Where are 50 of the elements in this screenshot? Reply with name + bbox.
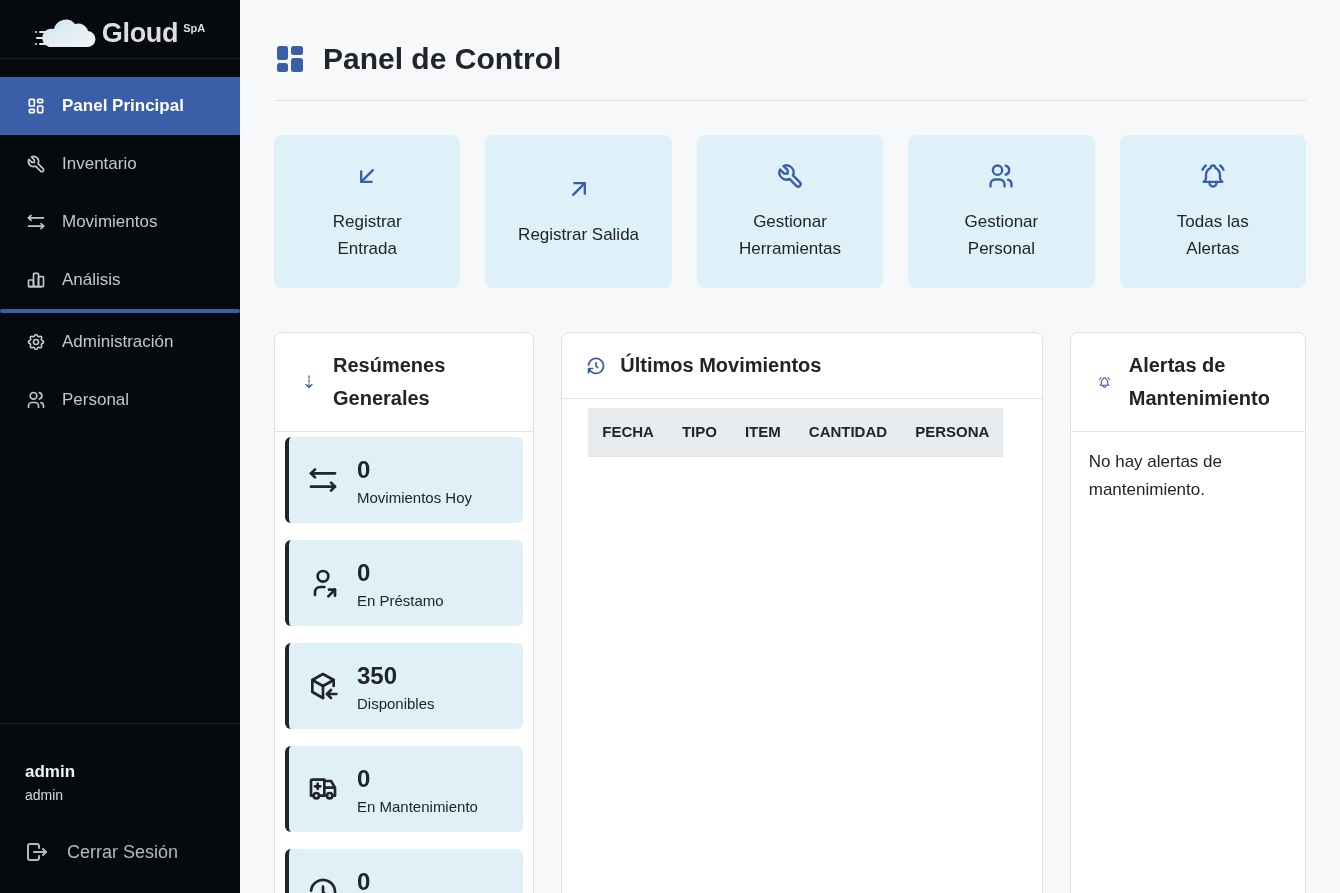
- arrows-left-right-icon: [26, 212, 46, 232]
- stat-value: 0: [357, 456, 372, 484]
- stat-label: En Préstamo: [357, 591, 444, 611]
- quick-action-button[interactable]: Registrar Entrada: [274, 135, 461, 288]
- nav-item[interactable]: Personal: [0, 371, 240, 429]
- bell-ringing-icon: [1198, 161, 1227, 190]
- column-header: ITEM: [730, 408, 795, 456]
- stat-label: En Mantenimiento: [357, 797, 478, 817]
- page-title: Panel de Control: [323, 41, 562, 76]
- nav-item[interactable]: Inventario: [0, 135, 240, 193]
- logout-button[interactable]: Cerrar Sesión: [25, 832, 179, 872]
- users-icon: [26, 390, 46, 410]
- column-header: PERSONA: [901, 408, 1004, 456]
- quick-action-button[interactable]: Gestionar Personal: [908, 135, 1095, 288]
- stat-label: Disponibles: [357, 694, 435, 714]
- quick-action-button[interactable]: Gestionar Herramientas: [696, 135, 884, 288]
- user-role: admin: [25, 786, 65, 805]
- nav-item[interactable]: Movimientos: [0, 193, 240, 251]
- stat-value: 350: [357, 662, 399, 690]
- logo-text: Gloud: [101, 17, 179, 49]
- history-icon: [586, 355, 607, 376]
- stat-value: 0: [357, 868, 371, 893]
- settings-icon: [26, 332, 46, 352]
- bell-ringing-icon: [1098, 375, 1112, 389]
- dashboard-icon: [26, 96, 46, 116]
- wrench-icon: [776, 161, 804, 190]
- stat-value: 0: [357, 559, 372, 587]
- stat-value: 0: [357, 765, 372, 793]
- nav-item[interactable]: Panel Principal: [0, 77, 240, 135]
- card-title: Alertas de Mantenimiento: [1128, 353, 1271, 411]
- logo-suffix: SpA: [183, 22, 206, 34]
- stat-label: Movimientos Hoy: [357, 488, 473, 508]
- dashboard-icon: [277, 45, 303, 72]
- empty-message: No hay alertas de mantenimiento.: [1087, 451, 1223, 501]
- column-header: FECHA: [588, 408, 668, 456]
- column-header: CANTIDAD: [794, 408, 902, 456]
- user-name: admin: [25, 761, 77, 783]
- logout-icon: [25, 840, 49, 864]
- wrench-icon: [26, 154, 46, 174]
- nav-item[interactable]: Análisis: [0, 251, 240, 309]
- quick-action-button[interactable]: Todas las Alertas: [1119, 135, 1306, 288]
- quick-action-button[interactable]: Registrar Salida: [485, 135, 672, 288]
- nav-item[interactable]: Administración: [0, 313, 240, 371]
- column-header: TIPO: [667, 408, 731, 456]
- cloud-logo-icon: [34, 17, 97, 49]
- bar-chart-icon: [26, 270, 46, 290]
- card-title: Últimos Movimientos: [620, 352, 822, 378]
- card-title: Resúmenes Generales: [333, 353, 447, 411]
- arrow-down-icon: [304, 375, 314, 389]
- users-icon: [987, 161, 1016, 190]
